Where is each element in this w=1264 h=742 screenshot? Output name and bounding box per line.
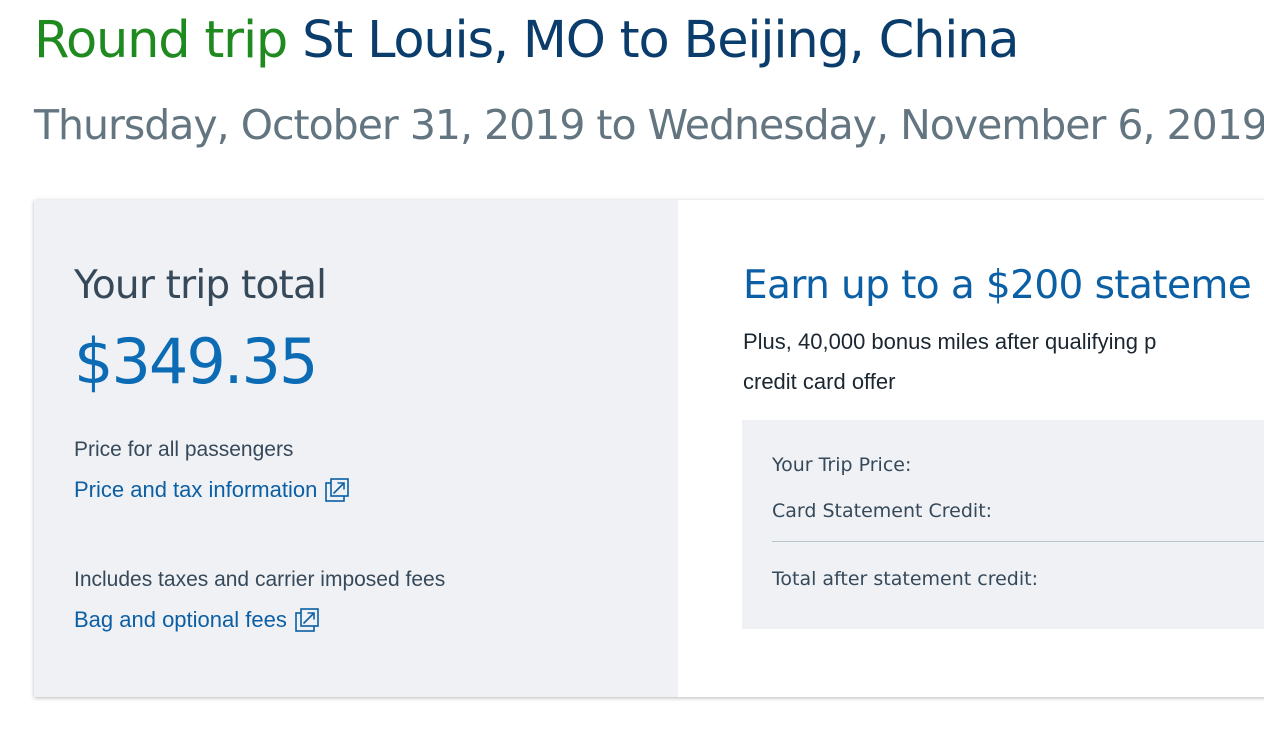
offer-divider: [772, 541, 1264, 542]
trip-type-label: Round trip: [34, 11, 288, 70]
offer-subtitle-line1: Plus, 40,000 bonus miles after qualifyin…: [743, 329, 1157, 354]
trip-total-amount: $349.35: [74, 325, 318, 398]
trip-total-panel: Your trip total $349.35 Price for all pa…: [34, 200, 678, 697]
fees-note: Includes taxes and carrier imposed fees: [74, 568, 446, 591]
price-tax-info-link[interactable]: Price and tax information: [74, 475, 350, 505]
total-after-credit-label: Total after statement credit:: [772, 568, 1038, 590]
trip-dates: Thursday, October 31, 2019 to Wednesday,…: [34, 101, 1264, 149]
trip-summary-card: Your trip total $349.35 Price for all pa…: [34, 200, 1264, 697]
bag-optional-fees-link[interactable]: Bag and optional fees: [74, 605, 320, 635]
price-note: Price for all passengers: [74, 438, 294, 461]
bag-optional-fees-label: Bag and optional fees: [74, 607, 287, 632]
external-link-icon: [295, 608, 319, 632]
offer-title: Earn up to a $200 stateme: [743, 263, 1252, 308]
trip-total-label: Your trip total: [74, 263, 327, 308]
price-tax-info-label: Price and tax information: [74, 477, 318, 502]
your-trip-price-label: Your Trip Price:: [772, 454, 912, 476]
external-link-icon: [325, 478, 350, 502]
offer-subtitle: Plus, 40,000 bonus miles after qualifyin…: [743, 322, 1264, 402]
route-label: St Louis, MO to Beijing, China: [302, 11, 1019, 70]
offer-breakdown-box: Your Trip Price: Card Statement Credit: …: [742, 420, 1264, 629]
card-statement-credit-label: Card Statement Credit:: [772, 500, 993, 522]
page-title: Round trip St Louis, MO to Beijing, Chin…: [34, 4, 1020, 78]
page: Round trip St Louis, MO to Beijing, Chin…: [0, 0, 1264, 742]
offer-subtitle-line2: credit card offer: [743, 369, 896, 394]
credit-card-offer-panel: Earn up to a $200 stateme Plus, 40,000 b…: [678, 200, 1264, 697]
